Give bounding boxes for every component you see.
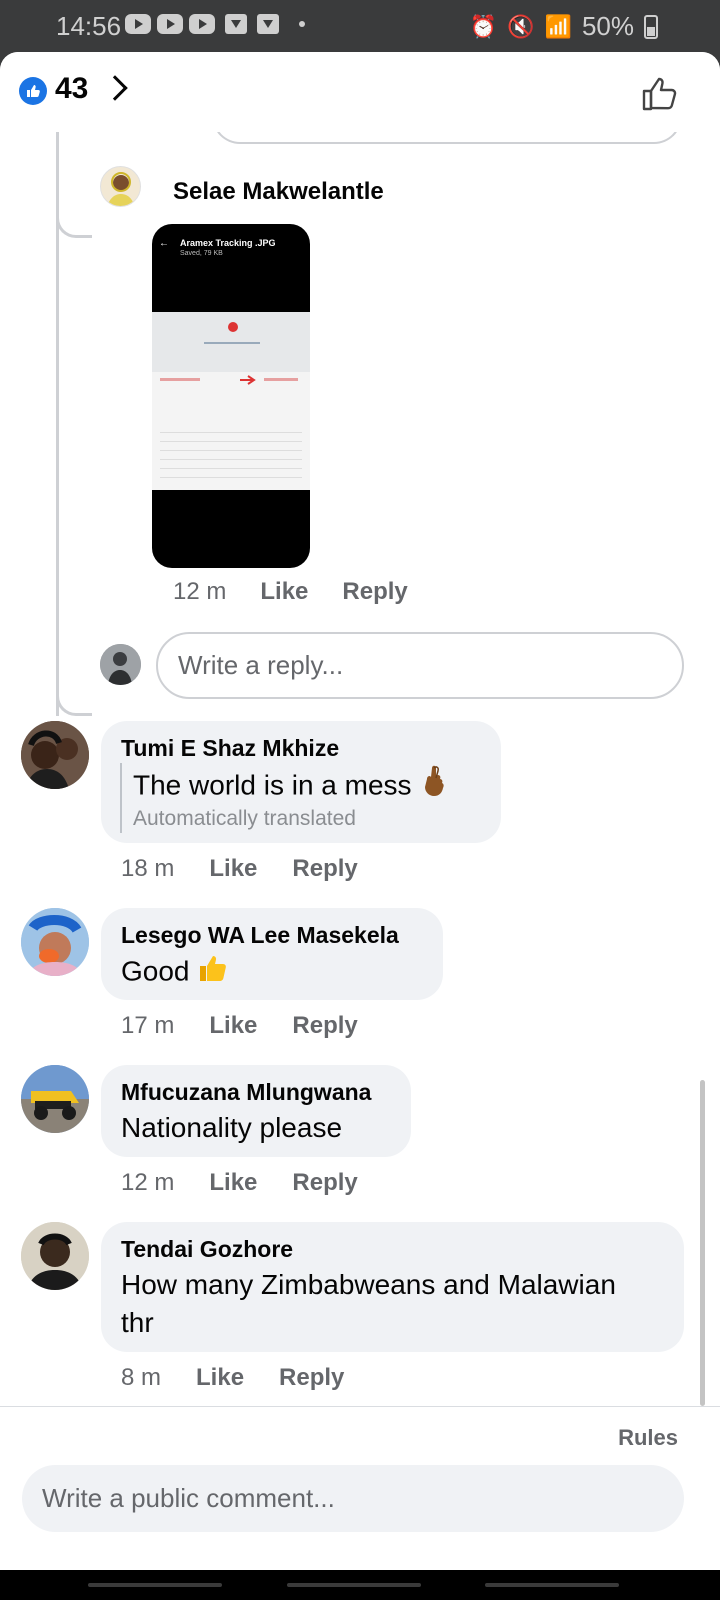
thread-connector [56, 202, 92, 238]
status-time: 14:56 [56, 11, 122, 41]
comment-author[interactable]: Tendai Gozhore [121, 1236, 293, 1263]
comment-timestamp: 8 m [121, 1364, 162, 1391]
comment-author[interactable]: Lesego WA Lee Masekela [121, 922, 399, 949]
comment-actions: 18 m Like Reply [121, 855, 358, 883]
avatar[interactable] [21, 908, 89, 976]
thread-connector [56, 680, 92, 716]
like-button[interactable]: Like [196, 1364, 244, 1392]
system-icons: ⏰ 🔇 📶 50% [470, 11, 658, 42]
like-button[interactable]: Like [209, 1169, 257, 1197]
comment-actions: 8 m Like Reply [121, 1364, 344, 1392]
attachment-subtitle: Saved, 79 KB [180, 250, 223, 257]
notification-icons [125, 14, 305, 34]
like-reaction-icon[interactable] [19, 77, 47, 105]
comment-composer: Rules Write a public comment... [0, 1406, 720, 1570]
status-bar: 14:56 ⏰ 🔇 📶 50% [0, 0, 720, 52]
public-comment-input[interactable]: Write a public comment... [22, 1465, 684, 1532]
battery-percent: 50% [581, 11, 634, 41]
sheet-header: 43 [0, 52, 720, 132]
nav-recents-indicator[interactable] [88, 1583, 222, 1587]
reply-button[interactable]: Reply [292, 1169, 357, 1197]
avatar[interactable] [21, 721, 89, 789]
youtube-icon [125, 14, 151, 34]
comment-text-content: Good [121, 955, 190, 987]
back-arrow-icon: ← [159, 238, 169, 249]
route-arrow-icon [160, 375, 298, 385]
comment-timestamp: 17 m [121, 1012, 175, 1039]
comment-actions: 17 m Like Reply [121, 1012, 358, 1040]
crossed-fingers-emoji-icon [419, 765, 449, 809]
current-user-avatar [100, 644, 141, 685]
avatar[interactable] [21, 1065, 89, 1133]
alarm-icon: ⏰ [469, 13, 498, 39]
more-notifications-icon [299, 21, 305, 27]
scrollbar[interactable] [700, 1080, 705, 1406]
quote-bar [120, 763, 122, 833]
comment-actions: 12 m Like Reply [173, 578, 408, 606]
rules-link[interactable]: Rules [618, 1425, 678, 1451]
tracking-history-table [160, 424, 302, 478]
translation-note[interactable]: Automatically translated [133, 807, 356, 831]
attachment-document-preview [152, 312, 310, 490]
comment-timestamp: 12 m [173, 578, 227, 605]
chevron-right-icon[interactable] [102, 75, 128, 101]
attachment-title: Aramex Tracking .JPG [180, 238, 276, 248]
comment-text: Good [121, 952, 229, 994]
like-button[interactable]: Like [209, 1012, 257, 1040]
comment-text: How many Zimbabweans and Malawian thr [121, 1266, 616, 1342]
comment-bubble[interactable]: Mfucuzana Mlungwana Nationality please [101, 1065, 411, 1157]
comment-author[interactable]: Selae Makwelantle [173, 178, 384, 206]
comment-bubble[interactable]: Tendai Gozhore How many Zimbabweans and … [101, 1222, 684, 1352]
comment-text-line: thr [121, 1307, 154, 1338]
system-navigation-bar [0, 1570, 720, 1600]
comment-text-line: How many Zimbabweans and Malawian [121, 1269, 616, 1300]
wifi-icon: 📶 [544, 13, 572, 39]
comment-text: The world is in a mess [133, 765, 449, 809]
like-button[interactable]: Like [209, 855, 257, 883]
reply-button[interactable]: Reply [279, 1364, 344, 1392]
download-icon [225, 14, 247, 34]
location-pin-icon [228, 322, 238, 332]
thumbs-up-icon[interactable] [640, 74, 680, 114]
reaction-count[interactable]: 43 [55, 72, 88, 106]
comment-timestamp: 18 m [121, 855, 175, 882]
youtube-icon [189, 14, 215, 34]
reply-button[interactable]: Reply [292, 855, 357, 883]
comment-author[interactable]: Mfucuzana Mlungwana [121, 1079, 371, 1106]
comment-author[interactable]: Tumi E Shaz Mkhize [121, 735, 339, 762]
comment-bubble[interactable]: Tumi E Shaz Mkhize The world is in a mes… [101, 721, 501, 843]
reply-button[interactable]: Reply [292, 1012, 357, 1040]
progress-track [204, 342, 260, 344]
nav-back-indicator[interactable] [485, 1583, 619, 1587]
reply-input[interactable]: Write a reply... [156, 632, 684, 699]
avatar[interactable] [21, 1222, 89, 1290]
comment-actions: 12 m Like Reply [121, 1169, 358, 1197]
comment-text: Nationality please [121, 1112, 343, 1143]
comments-sheet: 43 Selae Makwelantle ← Aramex Tracking .… [0, 52, 720, 1570]
thumbs-up-emoji-icon [197, 952, 229, 994]
like-button[interactable]: Like [260, 578, 308, 606]
avatar[interactable] [100, 166, 141, 207]
youtube-icon [157, 14, 183, 34]
image-attachment[interactable]: ← Aramex Tracking .JPG Saved, 79 KB [152, 224, 310, 568]
map-preview [152, 312, 310, 372]
reply-button[interactable]: Reply [342, 578, 407, 606]
download-icon [257, 14, 279, 34]
comment-text-content: The world is in a mess [133, 769, 412, 801]
mute-icon: 🔇 [507, 13, 535, 39]
battery-icon [644, 14, 658, 39]
comment-timestamp: 12 m [121, 1169, 175, 1196]
nav-home-indicator[interactable] [287, 1583, 421, 1587]
comment-bubble[interactable]: Lesego WA Lee Masekela Good [101, 908, 443, 1000]
